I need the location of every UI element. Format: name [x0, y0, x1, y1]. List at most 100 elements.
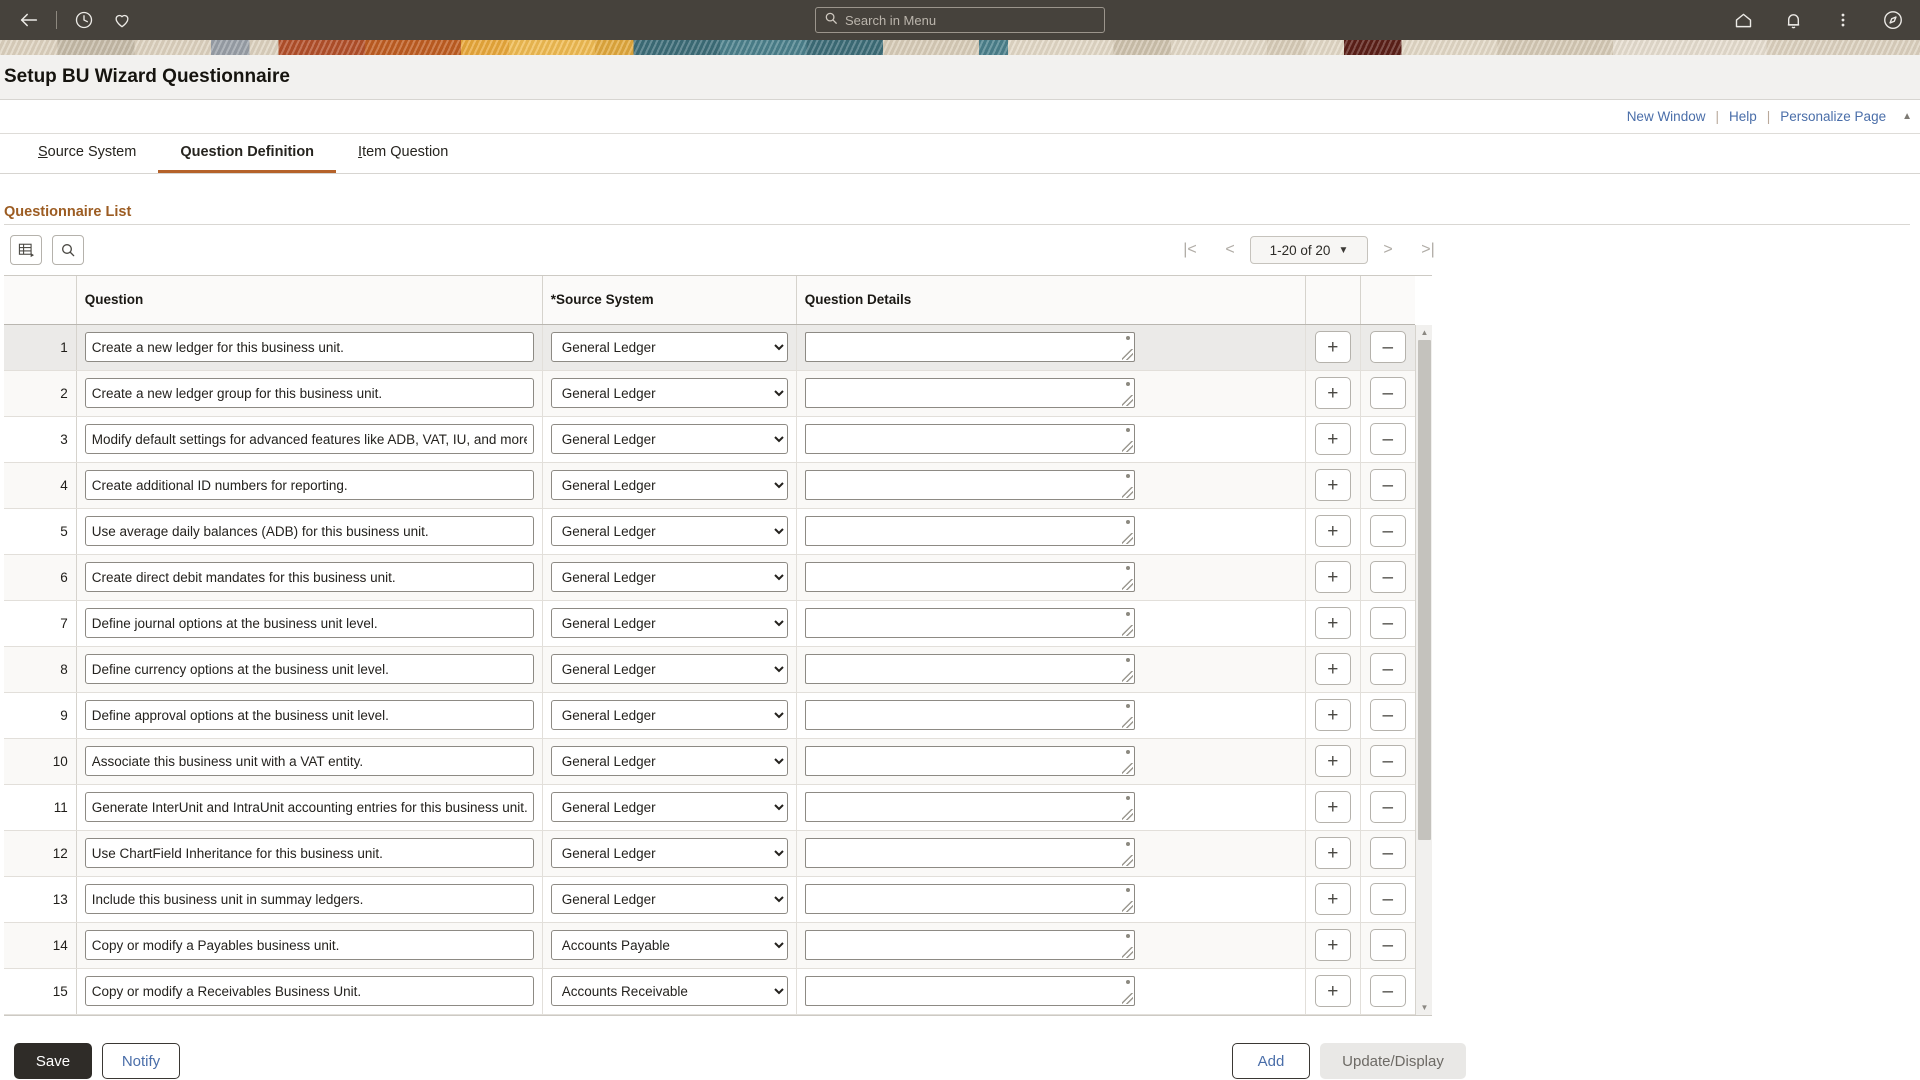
tab-source-system[interactable]: Source System: [16, 134, 158, 173]
question-input[interactable]: [85, 930, 534, 960]
save-button[interactable]: Save: [14, 1043, 92, 1079]
add-row-button[interactable]: +: [1315, 975, 1351, 1007]
add-row-button[interactable]: +: [1315, 929, 1351, 961]
question-details-textarea[interactable]: [805, 884, 1135, 914]
question-details-textarea[interactable]: [805, 332, 1135, 362]
question-details-textarea[interactable]: [805, 976, 1135, 1006]
remove-row-button[interactable]: –: [1370, 791, 1406, 823]
question-details-textarea[interactable]: [805, 930, 1135, 960]
question-input[interactable]: [85, 654, 534, 684]
compass-icon[interactable]: [1876, 3, 1910, 37]
scroll-up-icon[interactable]: ▲: [1416, 325, 1433, 339]
remove-row-button[interactable]: –: [1370, 423, 1406, 455]
remove-row-button[interactable]: –: [1370, 699, 1406, 731]
notify-button[interactable]: Notify: [102, 1043, 180, 1079]
question-details-textarea[interactable]: [805, 838, 1135, 868]
scroll-down-icon[interactable]: ▼: [1416, 1001, 1433, 1015]
source-system-select[interactable]: General LedgerAccounts PayableAccounts R…: [551, 884, 788, 914]
help-link[interactable]: Help: [1719, 109, 1767, 124]
remove-row-button[interactable]: –: [1370, 929, 1406, 961]
personalize-page-link[interactable]: Personalize Page: [1770, 109, 1896, 124]
add-row-button[interactable]: +: [1315, 469, 1351, 501]
question-details-textarea[interactable]: [805, 608, 1135, 638]
question-details-textarea[interactable]: [805, 792, 1135, 822]
question-details-textarea[interactable]: [805, 516, 1135, 546]
question-input[interactable]: [85, 378, 534, 408]
pager-last-button[interactable]: >|: [1408, 236, 1448, 264]
question-input[interactable]: [85, 792, 534, 822]
bell-icon[interactable]: [1776, 3, 1810, 37]
question-details-textarea[interactable]: [805, 562, 1135, 592]
scrollbar-thumb[interactable]: [1418, 340, 1431, 840]
question-input[interactable]: [85, 332, 534, 362]
remove-row-button[interactable]: –: [1370, 607, 1406, 639]
tab-item-question[interactable]: Item Question: [336, 134, 470, 173]
question-input[interactable]: [85, 424, 534, 454]
source-system-select[interactable]: General LedgerAccounts PayableAccounts R…: [551, 654, 788, 684]
question-input[interactable]: [85, 884, 534, 914]
add-row-button[interactable]: +: [1315, 423, 1351, 455]
question-input[interactable]: [85, 470, 534, 500]
pager-range-select[interactable]: 1-20 of 20 ▼: [1250, 236, 1368, 264]
question-input[interactable]: [85, 976, 534, 1006]
add-row-button[interactable]: +: [1315, 745, 1351, 777]
question-details-textarea[interactable]: [805, 654, 1135, 684]
question-input[interactable]: [85, 608, 534, 638]
grid-vertical-scrollbar[interactable]: ▲ ▼: [1415, 325, 1432, 1015]
add-row-button[interactable]: +: [1315, 515, 1351, 547]
source-system-select[interactable]: General LedgerAccounts PayableAccounts R…: [551, 332, 788, 362]
add-row-button[interactable]: +: [1315, 331, 1351, 363]
source-system-select[interactable]: General LedgerAccounts PayableAccounts R…: [551, 470, 788, 500]
back-arrow-icon[interactable]: [12, 3, 46, 37]
source-system-select[interactable]: General LedgerAccounts PayableAccounts R…: [551, 838, 788, 868]
question-details-textarea[interactable]: [805, 470, 1135, 500]
remove-row-button[interactable]: –: [1370, 377, 1406, 409]
question-input[interactable]: [85, 562, 534, 592]
search-input[interactable]: [845, 13, 1096, 28]
add-button[interactable]: Add: [1232, 1043, 1310, 1079]
source-system-select[interactable]: General LedgerAccounts PayableAccounts R…: [551, 700, 788, 730]
add-row-button[interactable]: +: [1315, 837, 1351, 869]
remove-row-button[interactable]: –: [1370, 515, 1406, 547]
source-system-select[interactable]: General LedgerAccounts PayableAccounts R…: [551, 378, 788, 408]
remove-row-button[interactable]: –: [1370, 653, 1406, 685]
pager-prev-button[interactable]: <: [1210, 236, 1250, 264]
source-system-select[interactable]: General LedgerAccounts PayableAccounts R…: [551, 516, 788, 546]
source-system-select[interactable]: General LedgerAccounts PayableAccounts R…: [551, 562, 788, 592]
clock-icon[interactable]: [67, 3, 101, 37]
grid-personalize-icon[interactable]: [10, 235, 42, 265]
question-details-textarea[interactable]: [805, 700, 1135, 730]
pager-first-button[interactable]: |<: [1170, 236, 1210, 264]
add-row-button[interactable]: +: [1315, 699, 1351, 731]
pager-next-button[interactable]: >: [1368, 236, 1408, 264]
home-icon[interactable]: [1726, 3, 1760, 37]
question-details-textarea[interactable]: [805, 424, 1135, 454]
add-row-button[interactable]: +: [1315, 653, 1351, 685]
caret-up-icon[interactable]: ▲: [1902, 111, 1912, 122]
remove-row-button[interactable]: –: [1370, 469, 1406, 501]
source-system-select[interactable]: General LedgerAccounts PayableAccounts R…: [551, 746, 788, 776]
remove-row-button[interactable]: –: [1370, 837, 1406, 869]
source-system-select[interactable]: General LedgerAccounts PayableAccounts R…: [551, 930, 788, 960]
tab-question-definition[interactable]: Question Definition: [158, 134, 336, 173]
remove-row-button[interactable]: –: [1370, 745, 1406, 777]
add-row-button[interactable]: +: [1315, 377, 1351, 409]
source-system-select[interactable]: General LedgerAccounts PayableAccounts R…: [551, 792, 788, 822]
question-details-textarea[interactable]: [805, 746, 1135, 776]
question-input[interactable]: [85, 516, 534, 546]
three-dot-menu-icon[interactable]: [1826, 3, 1860, 37]
add-row-button[interactable]: +: [1315, 791, 1351, 823]
remove-row-button[interactable]: –: [1370, 331, 1406, 363]
question-input[interactable]: [85, 746, 534, 776]
add-row-button[interactable]: +: [1315, 607, 1351, 639]
source-system-select[interactable]: General LedgerAccounts PayableAccounts R…: [551, 976, 788, 1006]
new-window-link[interactable]: New Window: [1617, 109, 1716, 124]
grid-find-icon[interactable]: [52, 235, 84, 265]
heart-icon[interactable]: [105, 3, 139, 37]
search-in-menu-box[interactable]: [815, 7, 1105, 33]
source-system-select[interactable]: General LedgerAccounts PayableAccounts R…: [551, 608, 788, 638]
remove-row-button[interactable]: –: [1370, 883, 1406, 915]
question-input[interactable]: [85, 838, 534, 868]
remove-row-button[interactable]: –: [1370, 561, 1406, 593]
question-details-textarea[interactable]: [805, 378, 1135, 408]
